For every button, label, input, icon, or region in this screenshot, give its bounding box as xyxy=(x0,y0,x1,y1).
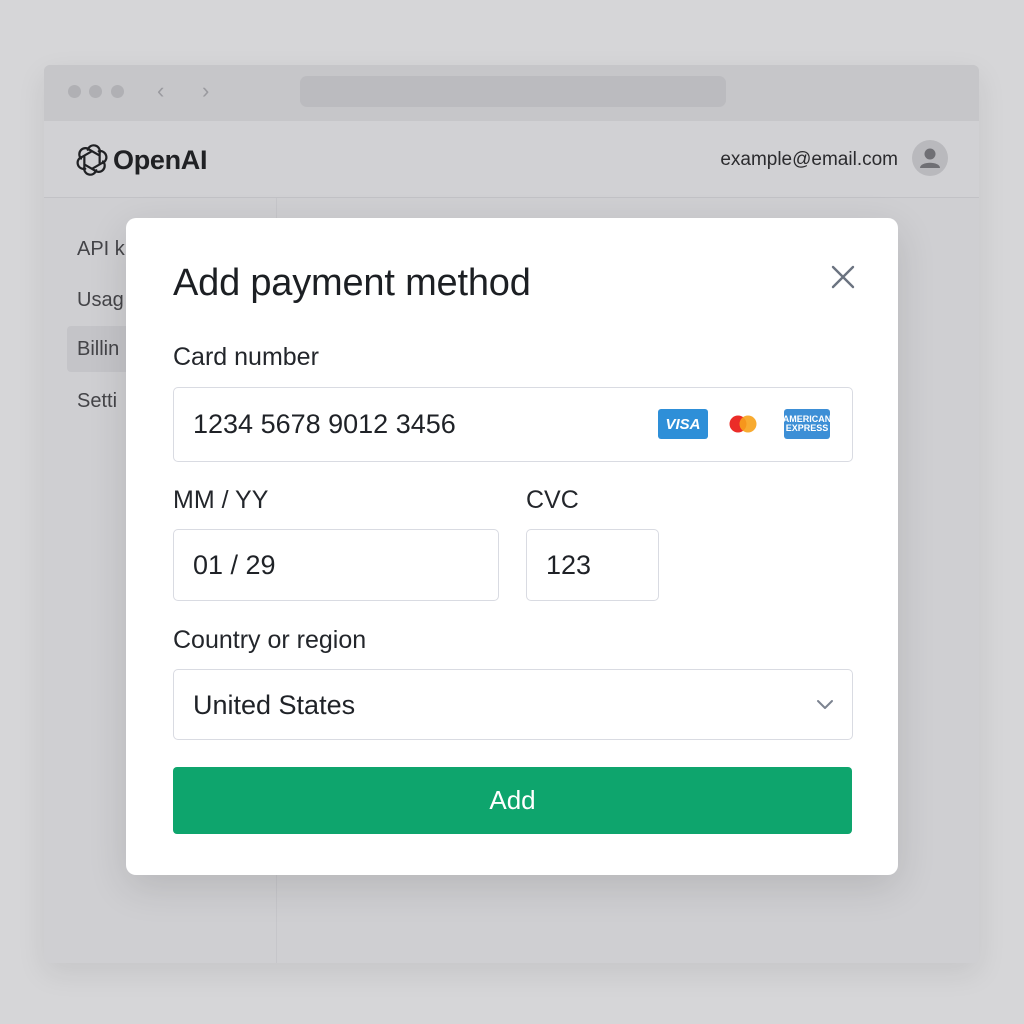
visa-icon: VISA xyxy=(658,409,708,439)
window-maximize-dot[interactable] xyxy=(111,85,124,98)
add-payment-modal: Add payment method Card number 1234 5678… xyxy=(126,218,898,875)
browser-titlebar: ‹ › xyxy=(44,65,979,121)
modal-title: Add payment method xyxy=(173,262,531,304)
window-minimize-dot[interactable] xyxy=(89,85,102,98)
user-email: example@email.com xyxy=(720,149,898,170)
back-icon[interactable]: ‹ xyxy=(157,79,164,103)
amex-icon: AMERICAN EXPRESS xyxy=(783,409,831,439)
openai-logo[interactable]: OpenAI xyxy=(75,143,208,177)
forward-icon[interactable]: › xyxy=(202,79,209,103)
user-icon xyxy=(920,148,940,168)
card-number-field[interactable]: 1234 5678 9012 3456 VISA AMERICAN EXPRES… xyxy=(173,387,853,462)
close-button[interactable] xyxy=(828,262,858,292)
address-bar[interactable] xyxy=(300,76,726,107)
openai-logo-icon xyxy=(76,144,108,176)
cvc-field[interactable]: 123 xyxy=(526,529,659,601)
expiry-field[interactable]: 01 / 29 xyxy=(173,529,499,601)
avatar[interactable] xyxy=(912,140,948,176)
cvc-value: 123 xyxy=(546,550,592,580)
amex-line-2: EXPRESS xyxy=(785,423,829,433)
cvc-label: CVC xyxy=(526,486,579,514)
card-brand-logos: VISA AMERICAN EXPRESS xyxy=(658,409,831,439)
expiry-label: MM / YY xyxy=(173,486,269,514)
app-header: OpenAI example@email.com xyxy=(44,121,979,198)
window-close-dot[interactable] xyxy=(68,85,81,98)
card-number-value: 1234 5678 9012 3456 xyxy=(193,409,456,439)
country-label: Country or region xyxy=(173,626,367,654)
expiry-value: 01 / 29 xyxy=(193,550,276,580)
logo-text: OpenAI xyxy=(113,144,208,175)
mastercard-icon xyxy=(718,409,768,439)
country-value: United States xyxy=(193,690,356,720)
country-select[interactable]: United States xyxy=(173,669,853,740)
card-number-label: Card number xyxy=(173,343,319,371)
chevron-down-icon xyxy=(817,700,833,709)
close-icon xyxy=(831,265,855,289)
add-button[interactable]: Add xyxy=(173,767,852,834)
